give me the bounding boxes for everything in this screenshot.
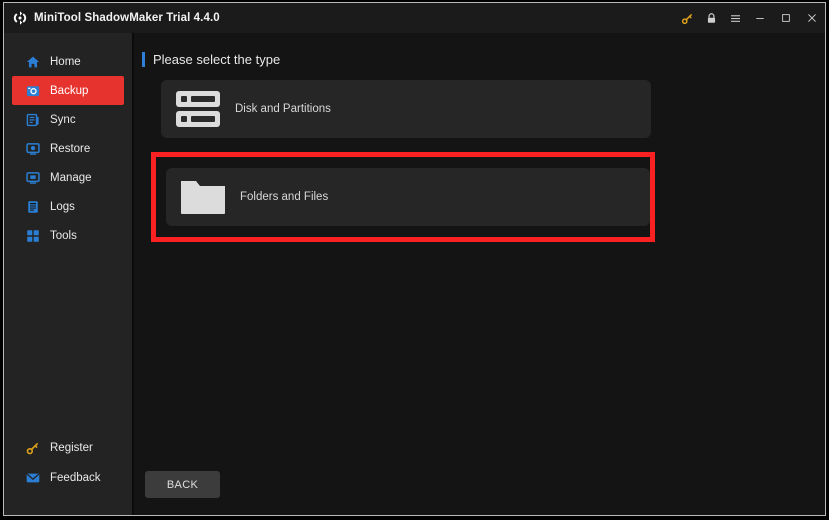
- sidebar-item-label: Manage: [50, 171, 92, 184]
- tools-icon: [27, 229, 39, 242]
- disk-partitions-icon: [176, 91, 220, 127]
- key-icon: [26, 443, 38, 455]
- key-icon[interactable]: [675, 3, 699, 33]
- type-card-disk-and-partitions[interactable]: Disk and Partitions: [161, 80, 651, 138]
- page-title: Please select the type: [153, 52, 281, 67]
- sidebar-item-label: Home: [50, 55, 81, 68]
- sync-icon: [26, 113, 39, 126]
- home-icon: [26, 56, 40, 67]
- sidebar-item-logs[interactable]: Logs: [12, 192, 124, 221]
- app-window: MiniTool ShadowMaker Trial 4.4.0 Home Ba…: [3, 2, 826, 516]
- main-footer: BACK: [134, 471, 825, 515]
- folder-icon: [181, 181, 225, 214]
- logs-icon: [28, 200, 38, 213]
- sidebar-item-label: Backup: [50, 84, 89, 97]
- window-body: Home Backup Sync Restore Manage Logs Too…: [4, 33, 825, 515]
- card-label: Disk and Partitions: [235, 103, 331, 115]
- sidebar-item-tools[interactable]: Tools: [12, 221, 124, 250]
- card-label: Folders and Files: [240, 191, 329, 203]
- sidebar-nav-list: Home Backup Sync Restore Manage Logs Too…: [4, 47, 132, 250]
- sidebar-item-manage[interactable]: Manage: [12, 163, 124, 192]
- envelope-icon: [26, 473, 40, 483]
- backup-icon: [26, 85, 40, 96]
- sidebar-item-label: Logs: [50, 200, 75, 213]
- sidebar-item-label: Restore: [50, 142, 91, 155]
- sync-arrows-logo-icon: [13, 11, 27, 25]
- card-icon-wrap: [166, 177, 240, 217]
- sidebar-item-label: Register: [50, 442, 93, 454]
- sidebar-item-backup[interactable]: Backup: [12, 76, 124, 105]
- close-icon[interactable]: [799, 3, 825, 33]
- accent-bar: [142, 52, 145, 67]
- sidebar-item-label: Tools: [50, 229, 77, 242]
- sidebar: Home Backup Sync Restore Manage Logs Too…: [4, 33, 134, 515]
- menu-icon[interactable]: [723, 3, 747, 33]
- restore-icon: [26, 142, 40, 155]
- lock-icon[interactable]: [699, 3, 723, 33]
- type-card-folders-and-files[interactable]: Folders and Files: [166, 168, 650, 226]
- type-card-list: Disk and Partitions Folders and Files: [151, 80, 825, 242]
- sidebar-item-restore[interactable]: Restore: [12, 134, 124, 163]
- maximize-icon[interactable]: [773, 3, 799, 33]
- manage-icon: [26, 171, 40, 184]
- sidebar-item-sync[interactable]: Sync: [12, 105, 124, 134]
- sidebar-item-label: Feedback: [50, 472, 101, 484]
- sidebar-item-label: Sync: [50, 113, 76, 126]
- main-content: Please select the type Disk and Partitio…: [134, 33, 825, 515]
- sidebar-item-feedback[interactable]: Feedback: [12, 463, 124, 493]
- window-title: MiniTool ShadowMaker Trial 4.4.0: [34, 12, 220, 24]
- annotation-highlight-box: Folders and Files: [151, 152, 655, 242]
- section-header: Please select the type: [142, 52, 825, 67]
- title-bar: MiniTool ShadowMaker Trial 4.4.0: [4, 3, 825, 33]
- sidebar-item-register[interactable]: Register: [12, 433, 124, 463]
- sidebar-bottom-nav: Register Feedback: [4, 433, 132, 515]
- sidebar-item-home[interactable]: Home: [12, 47, 124, 76]
- card-icon-wrap: [161, 90, 235, 128]
- back-button[interactable]: BACK: [145, 471, 220, 498]
- minimize-icon[interactable]: [747, 3, 773, 33]
